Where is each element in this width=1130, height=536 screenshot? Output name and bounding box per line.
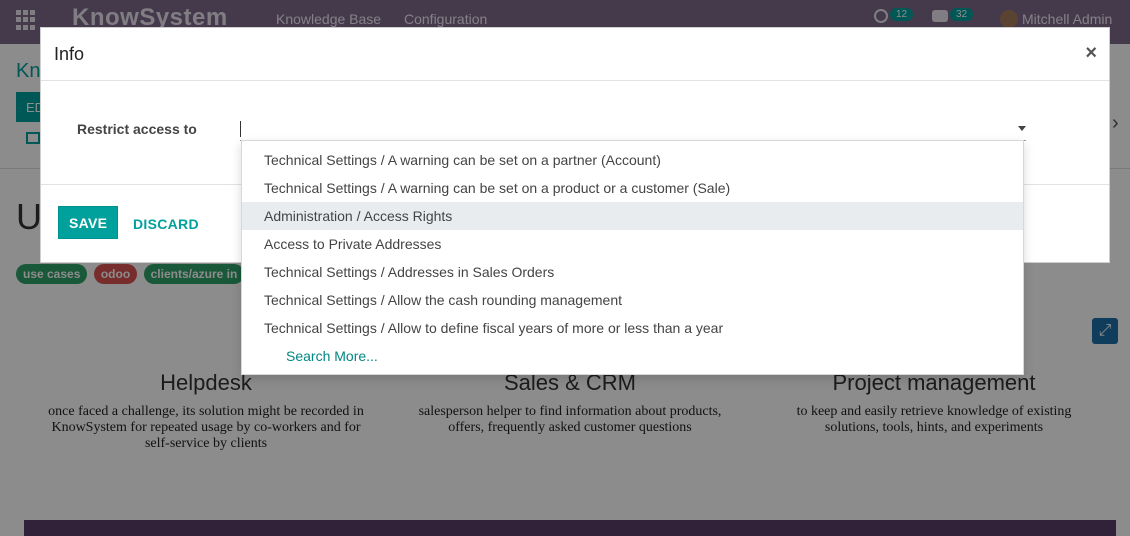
chevron-down-icon[interactable] — [1018, 126, 1026, 131]
close-icon[interactable]: × — [1085, 42, 1097, 65]
save-button[interactable]: SAVE — [58, 206, 119, 239]
restrict-access-input[interactable] — [240, 117, 1026, 141]
dropdown-option[interactable]: Technical Settings / A warning can be se… — [242, 146, 1023, 174]
dropdown-option[interactable]: Technical Settings / Addresses in Sales … — [242, 258, 1023, 286]
dropdown-option[interactable]: Technical Settings / Allow to define fis… — [242, 314, 1023, 342]
search-more-link[interactable]: Search More... — [242, 342, 1023, 370]
dropdown-option[interactable]: Access to Private Addresses — [242, 230, 1023, 258]
text-caret — [240, 121, 241, 137]
discard-button[interactable]: DISCARD — [133, 216, 199, 232]
dropdown-option[interactable]: Technical Settings / A warning can be se… — [242, 174, 1023, 202]
autocomplete-dropdown: Technical Settings / A warning can be se… — [241, 140, 1024, 375]
dropdown-option[interactable]: Technical Settings / Allow the cash roun… — [242, 286, 1023, 314]
restrict-access-label: Restrict access to — [77, 121, 197, 137]
dropdown-option-highlighted[interactable]: Administration / Access Rights — [242, 202, 1023, 230]
dialog-header: Info × — [41, 28, 1109, 81]
dialog-title: Info — [54, 44, 85, 64]
